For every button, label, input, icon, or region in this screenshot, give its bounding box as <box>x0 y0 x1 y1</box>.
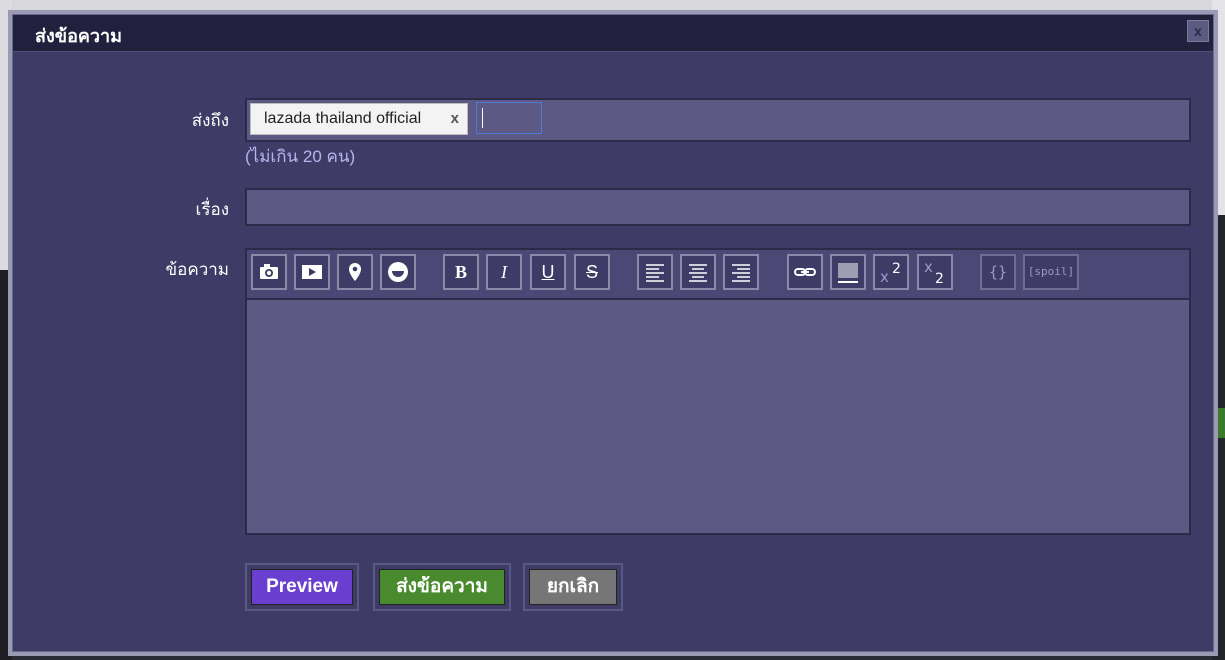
to-label: ส่งถึง <box>191 111 229 130</box>
recipient-field[interactable]: lazada thailand official x <box>245 98 1191 142</box>
align-left-button[interactable] <box>637 254 673 290</box>
align-right-icon <box>732 264 750 282</box>
send-message-dialog: ส่งข้อความ x ส่งถึง lazada thailand offi… <box>12 14 1214 652</box>
background-page-top <box>0 0 1225 14</box>
send-message-button[interactable]: ส่งข้อความ <box>379 569 505 605</box>
underline-button[interactable]: U <box>530 254 566 290</box>
preview-button-frame: Preview <box>245 563 359 611</box>
svg-text:x: x <box>924 258 933 276</box>
code-button[interactable]: {} <box>980 254 1016 290</box>
dialog-title: ส่งข้อความ <box>35 26 123 46</box>
camera-icon <box>260 264 278 279</box>
insert-image-button[interactable] <box>251 254 287 290</box>
preview-button[interactable]: Preview <box>251 569 353 605</box>
barcode-icon <box>838 263 858 283</box>
recipient-chip-label: lazada thailand official <box>264 110 422 127</box>
message-label: ข้อความ <box>165 260 229 279</box>
dialog-titlebar: ส่งข้อความ x <box>13 15 1213 52</box>
insert-emoji-button[interactable] <box>380 254 416 290</box>
align-center-icon <box>689 264 707 282</box>
svg-text:2: 2 <box>892 261 901 277</box>
link-icon <box>794 268 816 276</box>
strikethrough-button[interactable]: S <box>574 254 610 290</box>
close-button[interactable]: x <box>1187 20 1209 42</box>
bold-button[interactable]: B <box>443 254 479 290</box>
insert-video-button[interactable] <box>294 254 330 290</box>
background-page-left-light <box>0 0 12 270</box>
editor-toolbar: B I U S x2 x2 {} [spoil] <box>245 248 1191 298</box>
text-caret <box>482 108 483 128</box>
subject-input[interactable] <box>245 188 1191 226</box>
spoiler-button[interactable]: [spoil] <box>1023 254 1079 290</box>
background-page-green-edge <box>1216 408 1225 438</box>
align-right-button[interactable] <box>723 254 759 290</box>
align-left-icon <box>646 264 664 282</box>
cancel-button[interactable]: ยกเลิก <box>529 569 617 605</box>
youtube-icon <box>302 265 322 279</box>
subscript-icon: x2 <box>924 258 944 287</box>
subscript-button[interactable]: x2 <box>917 254 953 290</box>
recipient-input[interactable] <box>476 102 542 134</box>
recipient-chip: lazada thailand official x <box>250 103 468 135</box>
recipient-limit-hint: (ไม่เกิน 20 คน) <box>245 147 356 166</box>
italic-button[interactable]: I <box>486 254 522 290</box>
insert-map-button[interactable] <box>337 254 373 290</box>
emoji-icon <box>388 262 408 282</box>
svg-text:2: 2 <box>935 271 944 287</box>
cancel-button-frame: ยกเลิก <box>523 563 623 611</box>
superscript-icon: x2 <box>880 261 901 286</box>
remove-recipient-button[interactable]: x <box>451 104 459 134</box>
send-button-frame: ส่งข้อความ <box>373 563 511 611</box>
insert-barcode-button[interactable] <box>830 254 866 290</box>
insert-link-button[interactable] <box>787 254 823 290</box>
message-textarea[interactable] <box>245 298 1191 535</box>
subject-label: เรื่อง <box>195 200 229 219</box>
superscript-button[interactable]: x2 <box>873 254 909 290</box>
map-pin-icon <box>349 263 361 281</box>
align-center-button[interactable] <box>680 254 716 290</box>
svg-text:x: x <box>880 268 889 286</box>
